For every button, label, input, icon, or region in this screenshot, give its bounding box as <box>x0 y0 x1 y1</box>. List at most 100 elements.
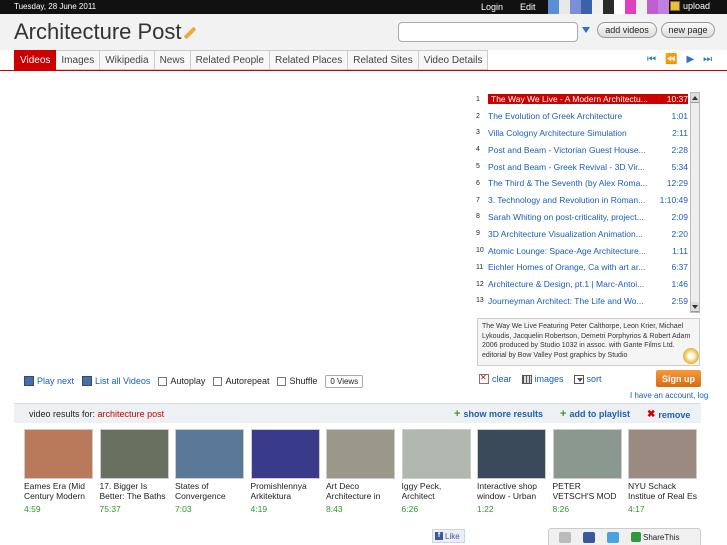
thumbnail-caption[interactable]: Interactive shop window - Urban <box>477 482 549 501</box>
playlist-item-title[interactable]: 3D Architecture Visualization Animation.… <box>488 229 648 239</box>
color-swatch[interactable] <box>592 0 603 14</box>
playlist-item-title[interactable]: Villa Cologny Architecture Simulation <box>488 128 648 138</box>
thumbnail-image[interactable] <box>477 429 546 479</box>
video-thumbnail[interactable]: States of Convergence 7:03 <box>175 429 251 514</box>
video-thumbnail[interactable]: NYU Schack Institue of Real Es 4:17 <box>628 429 704 514</box>
pencil-edit-icon[interactable] <box>183 26 196 40</box>
thumbnail-image[interactable] <box>24 429 93 479</box>
tab-related-sites[interactable]: Related Sites <box>348 50 419 70</box>
playlist-item-title[interactable]: Eichler Homes of Orange, Ca with art ar.… <box>488 262 648 272</box>
login-link[interactable]: Login <box>481 2 503 12</box>
autoplay-box[interactable] <box>158 376 168 386</box>
new-page-button[interactable]: new page <box>661 22 715 38</box>
playlist-item-title[interactable]: Architecture & Design, pt.1 | Marc-Antoi… <box>488 279 648 289</box>
playlist-item-title[interactable]: The Evolution of Greek Architecture <box>488 111 648 121</box>
login-account-link[interactable]: I have an account, log <box>630 391 708 400</box>
twitter-share-icon[interactable] <box>607 531 619 543</box>
color-swatch[interactable] <box>625 0 636 14</box>
sort-button[interactable]: sort <box>573 374 602 384</box>
first-video-icon[interactable]: ⏮ <box>647 54 656 65</box>
color-swatch[interactable] <box>581 0 592 14</box>
color-swatch[interactable] <box>570 0 581 14</box>
theme-color-swatches[interactable] <box>548 0 669 14</box>
playlist-item[interactable]: 13 Journeyman Architect: The Life and Wo.… <box>476 293 688 310</box>
upload-link[interactable]: upload <box>670 1 710 11</box>
playlist-item[interactable]: 12 Architecture & Design, pt.1 | Marc-Ant… <box>476 276 688 293</box>
clear-button[interactable]: clear <box>479 373 512 384</box>
tab-related-places[interactable]: Related Places <box>269 50 349 70</box>
add-videos-button[interactable]: add videos <box>597 22 657 38</box>
tab-wikipedia[interactable]: Wikipedia <box>100 50 155 70</box>
email-share-icon[interactable] <box>559 531 571 543</box>
color-swatch[interactable] <box>614 0 625 14</box>
shuffle-checkbox[interactable]: Shuffle <box>277 376 317 386</box>
list-all-videos-control[interactable]: List all Videos <box>82 376 150 386</box>
playlist-item-title[interactable]: Post and Beam - Victorian Guest House... <box>488 145 648 155</box>
thumbnail-caption[interactable]: Eames Era (Mid Century Modern <box>24 482 96 501</box>
thumbnail-caption[interactable]: PETER VETSCH'S MOD <box>553 482 625 501</box>
playlist-item-title[interactable]: Journeyman Architect: The Life and Wo... <box>488 296 648 306</box>
color-swatch[interactable] <box>603 0 614 14</box>
video-thumbnail[interactable]: Interactive shop window - Urban 1:22 <box>477 429 553 514</box>
playlist-item[interactable]: 2 The Evolution of Greek Architecture 1:01 <box>476 108 688 125</box>
facebook-share-icon[interactable] <box>583 531 595 543</box>
show-more-results-button[interactable]: + show more results <box>454 408 543 419</box>
color-swatch[interactable] <box>636 0 647 14</box>
thumbnail-caption[interactable]: States of Convergence <box>175 482 247 501</box>
thumbnail-caption[interactable]: Promishlennya Arkitektura <box>251 482 323 501</box>
playlist-item[interactable]: 8 Sarah Whiting on post-criticality, proj… <box>476 209 688 226</box>
playlist-item-title[interactable]: Post and Beam - Greek Revival - 3D Vir..… <box>488 162 648 172</box>
playlist-item-title[interactable]: The Way We Live - A Modern Architectu... <box>488 94 648 105</box>
playlist-item-title[interactable]: 3. Technology and Revolution in Roman... <box>488 195 648 205</box>
autorepeat-box[interactable] <box>213 376 223 386</box>
autoplay-checkbox[interactable]: Autoplay <box>158 376 205 386</box>
scroll-up-icon[interactable] <box>691 93 699 103</box>
tab-news[interactable]: News <box>154 50 191 70</box>
video-thumbnail[interactable]: Eames Era (Mid Century Modern 4:59 <box>24 429 100 514</box>
playlist-item[interactable]: 10 Atomic Lounge: Space-Age Architecture.… <box>476 242 688 259</box>
thumbnail-image[interactable] <box>401 429 471 479</box>
video-thumbnail[interactable]: Art Deco Architecture in Tulsa 8:43 <box>326 429 402 514</box>
thumbnail-image[interactable] <box>99 429 169 479</box>
video-thumbnail[interactable]: Iggy Peck, Architect 6:26 <box>401 429 478 514</box>
playlist-item[interactable]: 6 The Third & The Seventh (by Alex Roma..… <box>476 175 688 192</box>
playlist-item[interactable]: 1 The Way We Live - A Modern Architectu..… <box>476 91 688 108</box>
color-swatch[interactable] <box>647 0 658 14</box>
remove-button[interactable]: ✖ remove <box>647 409 690 420</box>
signup-button[interactable]: Sign up <box>656 370 701 387</box>
playlist-item-title[interactable]: Atomic Lounge: Space-Age Architecture... <box>488 246 648 256</box>
video-thumbnail[interactable]: PETER VETSCH'S MOD 8:26 <box>552 429 629 514</box>
thumbnail-caption[interactable]: NYU Schack Institue of Real Es <box>628 482 700 501</box>
autorepeat-checkbox[interactable]: Autorepeat <box>213 376 269 386</box>
video-thumbnail[interactable]: Promishlennya Arkitektura 4:19 <box>250 429 327 514</box>
previous-video-icon[interactable]: ⏪ <box>665 54 677 65</box>
scroll-down-icon[interactable] <box>691 302 699 312</box>
tab-video-details[interactable]: Video Details <box>418 50 489 70</box>
playlist-item[interactable]: 7 3. Technology and Revolution in Roman..… <box>476 192 688 209</box>
thumbnail-image[interactable] <box>250 429 320 479</box>
tab-related-people[interactable]: Related People <box>190 50 270 70</box>
playlist-item-title[interactable]: The Third & The Seventh (by Alex Roma... <box>488 178 648 188</box>
color-swatch[interactable] <box>658 0 669 14</box>
thumbnail-image[interactable] <box>628 429 697 479</box>
add-to-playlist-button[interactable]: + add to playlist <box>560 408 630 419</box>
playlist-item[interactable]: 9 3D Architecture Visualization Animation… <box>476 225 688 242</box>
video-player[interactable] <box>14 78 468 368</box>
last-video-icon[interactable]: ⏭ <box>703 54 712 65</box>
images-button[interactable]: images <box>521 374 564 384</box>
video-thumbnail[interactable]: 17. Bigger Is Better: The Baths of 75:37 <box>99 429 176 514</box>
playlist-item[interactable]: 3 Villa Cologny Architecture Simulation 2:… <box>476 125 688 142</box>
facebook-like-button[interactable]: f Like <box>432 529 465 543</box>
thumbnail-caption[interactable]: Art Deco Architecture in Tulsa <box>326 482 398 501</box>
play-next-control[interactable]: Play next <box>24 376 74 386</box>
thumbnail-image[interactable] <box>552 429 622 479</box>
thumbnail-caption[interactable]: Iggy Peck, Architect <box>402 482 474 501</box>
search-dropdown-icon[interactable] <box>582 27 590 33</box>
playlist-item[interactable]: 11 Eichler Homes of Orange, Ca with art a… <box>476 259 688 276</box>
playlist-scrollbar[interactable] <box>690 92 700 313</box>
search-input[interactable] <box>398 22 578 42</box>
thumbnail-image[interactable] <box>175 429 244 479</box>
thumbnail-caption[interactable]: 17. Bigger Is Better: The Baths of <box>100 482 172 501</box>
playlist-item[interactable]: 5 Post and Beam - Greek Revival - 3D Vir.… <box>476 158 688 175</box>
tab-images[interactable]: Images <box>56 50 101 70</box>
